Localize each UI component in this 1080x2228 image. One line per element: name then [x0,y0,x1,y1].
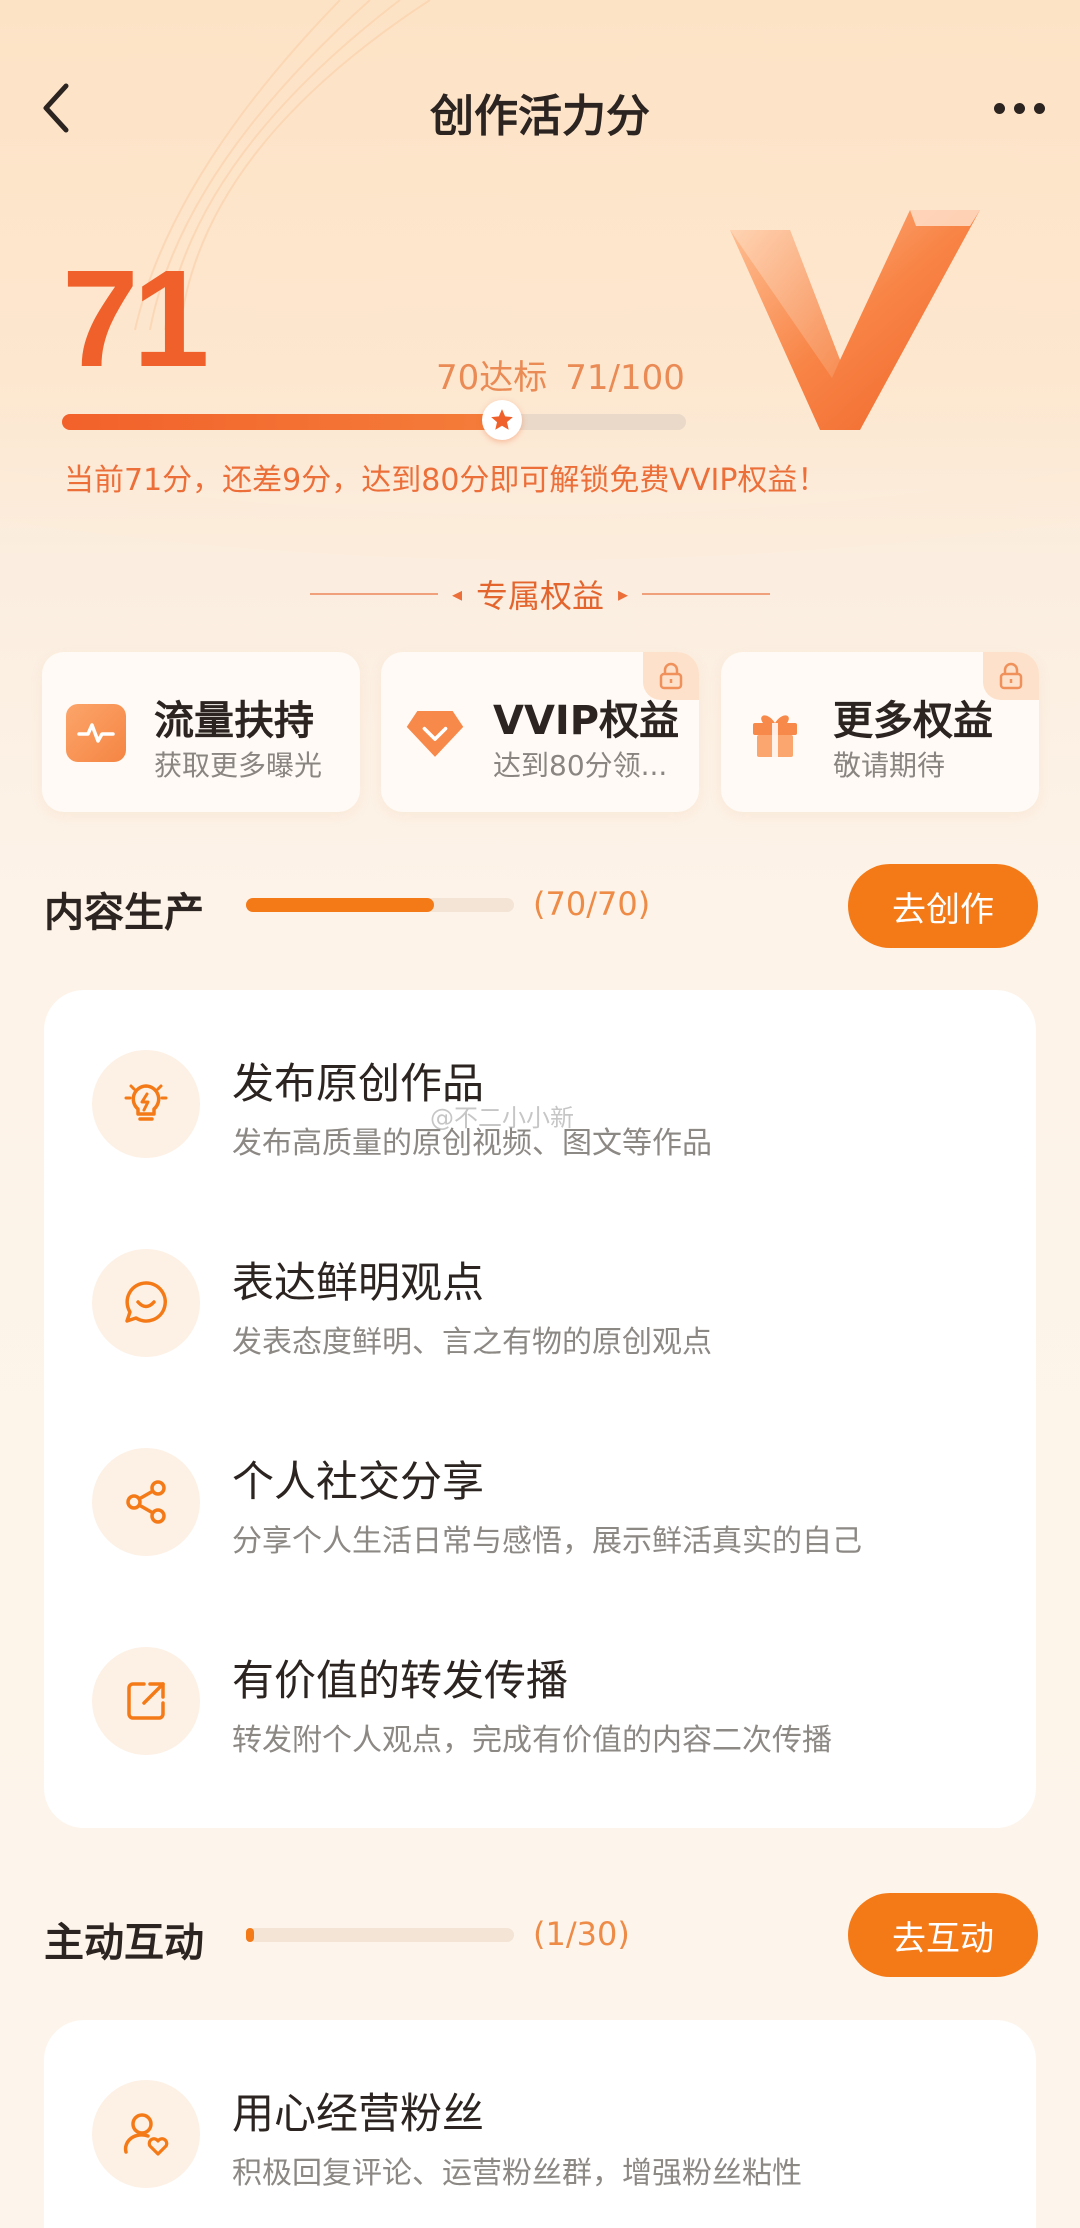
diamond-icon [405,704,465,762]
share-icon [92,1448,200,1556]
task-item[interactable]: 有价值的转发传播 转发附个人观点，完成有价值的内容二次传播 [44,1587,1036,1777]
task-title: 有价值的转发传播 [232,1656,569,1705]
benefit-subtitle: 敬请期待 [833,749,946,782]
section-progress-fill [246,898,434,912]
task-desc: 转发附个人观点，完成有价值的内容二次传播 [232,1723,832,1758]
section-count: (1/30) [533,1915,630,1953]
task-title: 个人社交分享 [232,1457,485,1506]
benefit-subtitle: 获取更多曝光 [154,749,323,782]
lock-icon [643,652,699,700]
more-dot [1033,102,1045,114]
pulse-icon [66,704,126,762]
score-progress-fill [62,414,502,430]
triangle-left-icon: ◂ [451,582,462,606]
interact-button[interactable]: 去互动 [848,1893,1038,1977]
task-item[interactable]: 用心经营粉丝 积极回复评论、运营粉丝群，增强粉丝粘性 [44,2020,1036,2210]
score-hint: 当前71分，还差9分，达到80分即可解锁免费VVIP权益！ [64,463,828,498]
more-options-button[interactable] [984,78,1054,138]
benefit-card-vvip[interactable]: VVIP权益 达到80分领... [381,652,699,812]
threshold-label: 70达标 [436,358,548,398]
lock-icon [983,652,1039,700]
star-icon [482,400,522,440]
benefit-subtitle: 达到80分领... [493,749,668,782]
user-heart-icon [92,2080,200,2188]
task-card-interaction: 用心经营粉丝 积极回复评论、运营粉丝群，增强粉丝粘性 [44,2020,1036,2228]
watermark: @不二小小新 [430,1104,574,1132]
divider [309,593,438,595]
task-desc: 发表态度鲜明、言之有物的原创观点 [232,1325,712,1360]
more-dot [1013,102,1025,114]
section-count: (70/70) [533,885,651,923]
task-desc: 积极回复评论、运营粉丝群，增强粉丝粘性 [232,2156,802,2191]
vvip-v-logo [730,210,980,430]
section-title-content: 内容生产 [44,890,204,936]
benefit-card-more[interactable]: 更多权益 敬请期待 [721,652,1039,812]
task-title: 表达鲜明观点 [232,1258,485,1307]
task-title: 用心经营粉丝 [232,2089,485,2138]
benefits-title: 专属权益 [475,577,604,615]
score-value: 71 [62,242,209,396]
benefit-card-traffic[interactable]: 流量扶持 获取更多曝光 [42,652,360,812]
score-progress-bar [62,414,686,430]
section-progress-bar [246,1928,514,1942]
triangle-right-icon: ▸ [618,582,629,606]
section-progress-fill [246,1928,254,1942]
page-title: 创作活力分 [430,91,650,142]
forward-icon [92,1647,200,1755]
speech-bubble-icon [92,1249,200,1357]
gift-icon [745,704,805,762]
task-item[interactable]: 发布原创作品 发布高质量的原创视频、图文等作品 [44,990,1036,1180]
divider [642,593,771,595]
section-title-interaction: 主动互动 [44,1920,204,1966]
ratio-label: 71/100 [565,358,685,398]
section-progress-bar [246,898,514,912]
lightbulb-icon [92,1050,200,1158]
benefits-heading: ◂ 专属权益 ▸ [0,574,1080,615]
header: 创作活力分 [0,60,1080,150]
create-button[interactable]: 去创作 [848,864,1038,948]
more-dots-icon [993,102,1005,114]
task-item[interactable]: 个人社交分享 分享个人生活日常与感悟，展示鲜活真实的自己 [44,1388,1036,1578]
progress-label: 70达标 71/100 [436,350,703,399]
task-item[interactable]: 表达鲜明观点 发表态度鲜明、言之有物的原创观点 [44,1189,1036,1379]
benefit-title: 流量扶持 [154,698,314,744]
task-desc: 分享个人生活日常与感悟，展示鲜活真实的自己 [232,1524,862,1559]
page: 创作活力分 71 70达标 71/100 当前71分，还差9分，达到80分即可解锁… [0,0,1080,2228]
benefit-title: 更多权益 [833,698,993,744]
